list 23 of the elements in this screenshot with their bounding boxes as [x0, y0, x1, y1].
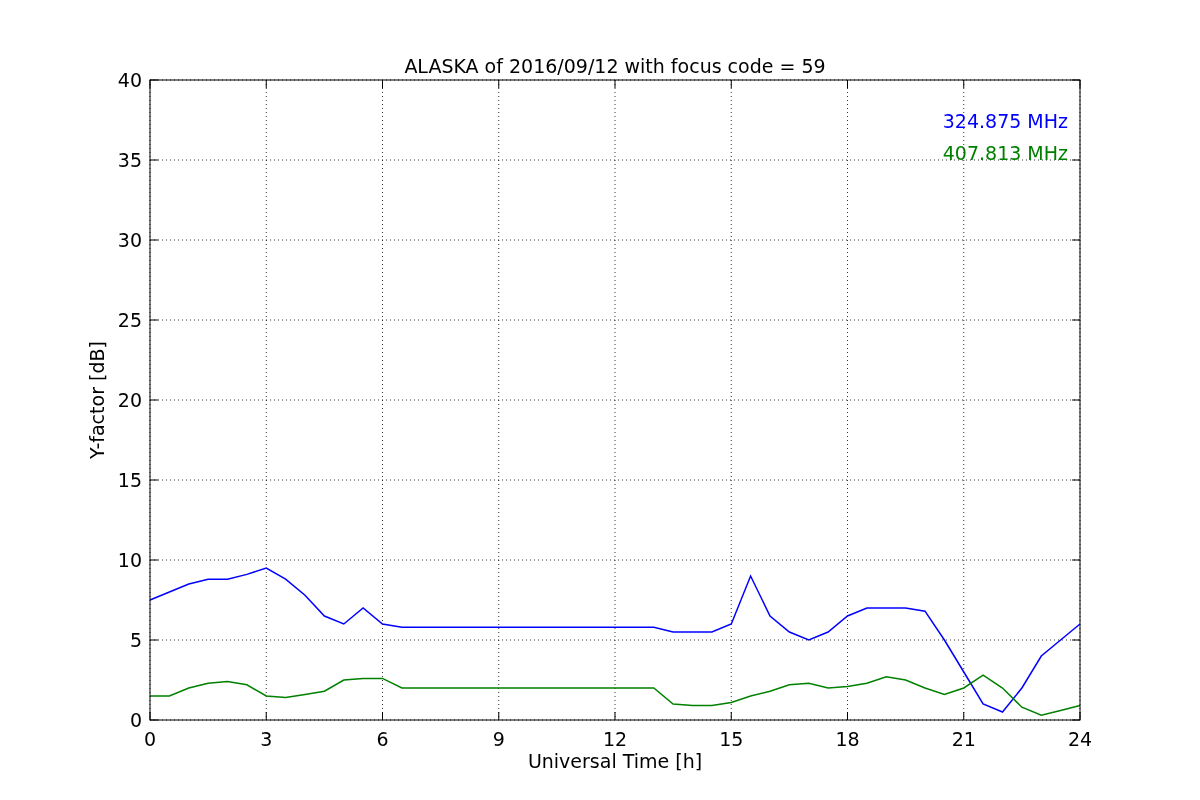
legend-label: 407.813 MHz	[942, 142, 1068, 164]
x-tick-label: 3	[260, 728, 273, 750]
y-tick-label: 25	[117, 309, 142, 331]
x-tick-label: 6	[376, 728, 389, 750]
y-tick-label: 20	[117, 389, 142, 411]
y-tick-label: 10	[117, 549, 142, 571]
x-axis-label: Universal Time [h]	[527, 750, 703, 772]
x-tick-label: 24	[1067, 728, 1093, 750]
chart-title: ALASKA of 2016/09/12 with focus code = 59	[404, 55, 826, 77]
legend-label: 324.875 MHz	[942, 110, 1068, 132]
y-tick-label: 35	[117, 149, 142, 171]
x-tick-label: 15	[719, 728, 744, 750]
y-tick-label: 15	[117, 469, 142, 491]
y-tick-label: 0	[129, 709, 142, 731]
y-tick-label: 30	[117, 229, 142, 251]
x-tick-label: 12	[602, 728, 628, 750]
y-tick-label: 5	[129, 629, 142, 651]
x-tick-label: 18	[835, 728, 860, 750]
x-tick-label: 21	[951, 728, 976, 750]
x-tick-label: 9	[492, 728, 505, 750]
y-tick-label: 40	[117, 69, 142, 91]
x-tick-label: 0	[143, 728, 157, 750]
y-axis-label: Y-factor [dB]	[86, 341, 108, 459]
